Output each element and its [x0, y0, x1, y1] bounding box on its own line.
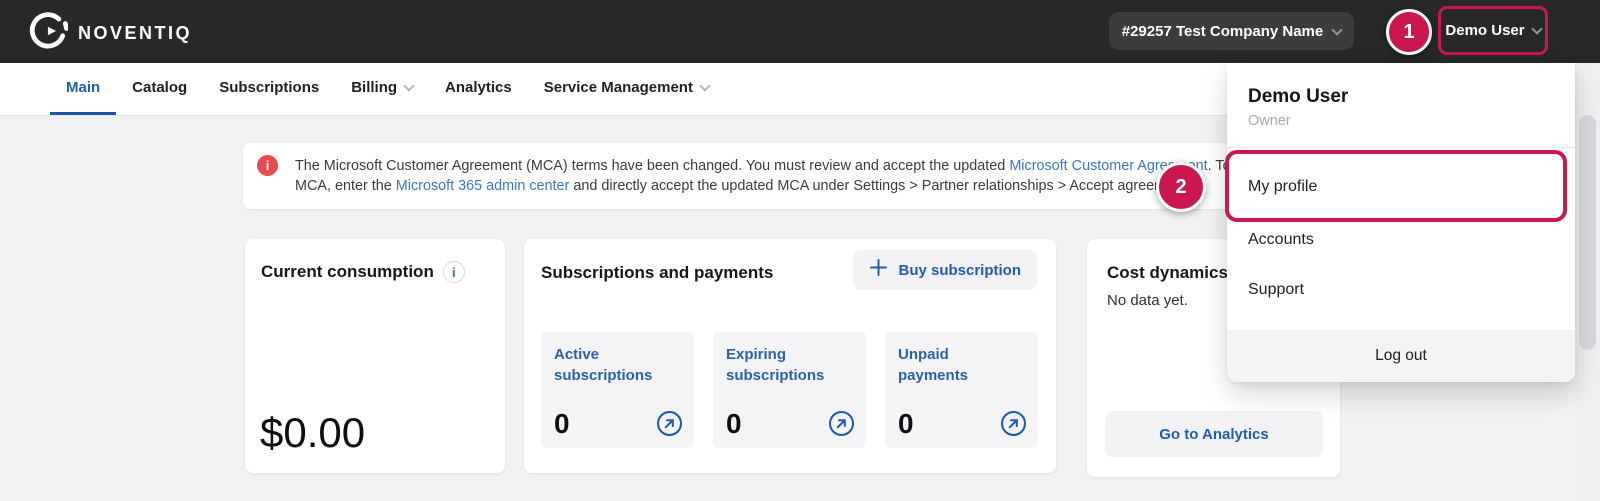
- plus-icon: [869, 258, 888, 282]
- annotation-step-2-number: 2: [1175, 176, 1186, 199]
- arrow-up-right-icon[interactable]: [1000, 410, 1027, 437]
- nav-item-catalog[interactable]: Catalog: [116, 63, 203, 115]
- accounts-label: Accounts: [1248, 231, 1314, 249]
- info-tooltip-icon[interactable]: i: [443, 261, 465, 283]
- go-to-analytics-label: Go to Analytics: [1159, 426, 1268, 443]
- company-selector[interactable]: #29257 Test Company Name: [1109, 12, 1354, 50]
- info-glyph: i: [452, 265, 456, 280]
- cost-dynamics-title: Cost dynamics: [1107, 263, 1228, 283]
- user-menu-label: Demo User: [1445, 22, 1524, 39]
- arrow-up-right-icon[interactable]: [828, 410, 855, 437]
- vertical-scrollbar[interactable]: [1575, 63, 1600, 501]
- banner-line1-prefix: The Microsoft Customer Agreement (MCA) t…: [295, 158, 1009, 174]
- support-label: Support: [1248, 281, 1304, 299]
- user-menu-trigger[interactable]: Demo User: [1438, 6, 1548, 55]
- menu-item-accounts[interactable]: Accounts: [1227, 218, 1575, 262]
- active-subscriptions-label: Active subscriptions: [554, 344, 664, 386]
- alert-info-icon: i: [257, 155, 278, 176]
- active-subscriptions-value: 0: [554, 408, 570, 440]
- nav-item-subscriptions-label: Subscriptions: [219, 79, 319, 96]
- nav-item-main-label: Main: [66, 79, 100, 96]
- buy-subscription-label: Buy subscription: [898, 262, 1021, 279]
- banner-line2-suffix: and directly accept the updated MCA unde…: [569, 178, 1197, 194]
- consumption-value: $0.00: [260, 409, 365, 457]
- chevron-down-icon: [699, 80, 710, 91]
- nav-item-catalog-label: Catalog: [132, 79, 187, 96]
- dropdown-divider: [1227, 147, 1575, 148]
- noventiq-logo[interactable]: NOVENTIQ: [26, 11, 192, 56]
- active-subscriptions-tile[interactable]: Active subscriptions 0: [541, 332, 694, 448]
- banner-line2-prefix: MCA, enter the: [295, 178, 396, 194]
- dropdown-user-role: Owner: [1248, 113, 1291, 129]
- subscriptions-payments-card: Subscriptions and payments Buy subscript…: [524, 239, 1056, 473]
- nav-item-analytics-label: Analytics: [445, 79, 512, 96]
- chevron-down-icon: [1332, 24, 1343, 35]
- nav-item-service-management[interactable]: Service Management: [528, 63, 725, 115]
- chevron-down-icon: [1531, 23, 1542, 34]
- consumption-card-title: Current consumption: [261, 262, 434, 282]
- noventiq-logo-icon: [26, 11, 68, 56]
- annotation-step-2: 2: [1156, 162, 1206, 212]
- unpaid-payments-label: Unpaid payments: [898, 344, 1008, 386]
- arrow-up-right-icon[interactable]: [656, 410, 683, 437]
- buy-subscription-button[interactable]: Buy subscription: [853, 250, 1037, 290]
- nav-item-service-management-label: Service Management: [544, 79, 693, 96]
- app-window: NOVENTIQ #29257 Test Company Name Demo U…: [0, 0, 1600, 501]
- annotation-step-1-number: 1: [1403, 21, 1414, 44]
- chevron-down-icon: [403, 80, 414, 91]
- current-consumption-card: Current consumption i $0.00: [245, 239, 505, 473]
- nav-item-billing[interactable]: Billing: [335, 63, 429, 115]
- annotation-step-1: 1: [1386, 9, 1432, 55]
- company-selector-label: #29257 Test Company Name: [1122, 23, 1323, 40]
- go-to-analytics-button[interactable]: Go to Analytics: [1105, 411, 1323, 457]
- nav-item-billing-label: Billing: [351, 79, 397, 96]
- subscription-tiles: Active subscriptions 0 Expiring subscrip…: [541, 332, 1038, 448]
- nav-item-subscriptions[interactable]: Subscriptions: [203, 63, 335, 115]
- expiring-subscriptions-label: Expiring subscriptions: [726, 344, 836, 386]
- subscriptions-card-title: Subscriptions and payments: [541, 263, 773, 283]
- expiring-subscriptions-value: 0: [726, 408, 742, 440]
- alert-info-glyph: i: [266, 158, 270, 173]
- expiring-subscriptions-tile[interactable]: Expiring subscriptions 0: [713, 332, 866, 448]
- admin-center-link[interactable]: Microsoft 365 admin center: [396, 178, 570, 194]
- menu-item-support[interactable]: Support: [1227, 268, 1575, 312]
- unpaid-payments-value: 0: [898, 408, 914, 440]
- scrollbar-thumb[interactable]: [1579, 115, 1596, 350]
- annotation-step-2-highlight: [1225, 150, 1567, 222]
- user-dropdown-menu: Demo User Owner My profile Accounts Supp…: [1227, 63, 1575, 382]
- logo-wordmark: NOVENTIQ: [78, 23, 192, 44]
- logout-label: Log out: [1375, 347, 1427, 365]
- nav-item-analytics[interactable]: Analytics: [429, 63, 528, 115]
- cost-dynamics-empty-text: No data yet.: [1107, 292, 1188, 309]
- top-header: NOVENTIQ #29257 Test Company Name Demo U…: [0, 0, 1600, 63]
- unpaid-payments-tile[interactable]: Unpaid payments 0: [885, 332, 1038, 448]
- dropdown-user-name: Demo User: [1248, 86, 1348, 108]
- logout-button[interactable]: Log out: [1227, 330, 1575, 382]
- nav-item-main[interactable]: Main: [50, 63, 116, 115]
